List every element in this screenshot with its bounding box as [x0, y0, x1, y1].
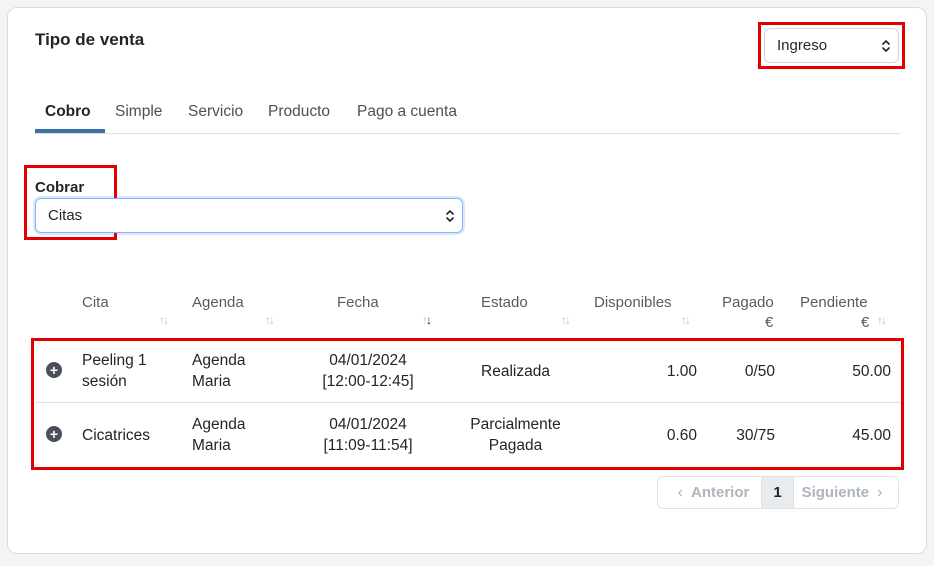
cita-text: Peeling 1: [82, 352, 147, 369]
header-pendiente[interactable]: Pendiente: [800, 293, 868, 313]
tab-servicio[interactable]: Servicio: [188, 102, 243, 133]
cell-cita: Peeling 1 sesión: [82, 350, 147, 392]
header-estado[interactable]: Estado: [481, 293, 528, 313]
header-pendiente-unit: €: [861, 314, 870, 331]
cell-estado: Parcialmente Pagada: [458, 414, 573, 456]
next-page-button[interactable]: Siguiente ›: [794, 477, 898, 508]
card-title: Tipo de venta: [35, 30, 145, 49]
fecha-date: 04/01/2024: [329, 416, 407, 433]
sort-desc-icon[interactable]: ↑↓: [422, 313, 432, 327]
estado-text: Parcialmente: [470, 416, 561, 433]
sort-icon[interactable]: ↑↓: [877, 313, 887, 327]
cell-disponibles: 0.60: [666, 427, 697, 444]
expand-row-icon[interactable]: +: [46, 362, 62, 378]
cell-agenda: Agenda Maria: [192, 350, 245, 392]
cita-text: Cicatrices: [82, 427, 151, 444]
prev-label: Anterior: [690, 484, 750, 501]
chevron-left-icon: ‹: [677, 483, 683, 501]
tab-simple[interactable]: Simple: [115, 102, 162, 133]
cell-pendiente: 45.00: [852, 427, 891, 444]
tab-label: Producto: [268, 103, 331, 120]
tab-producto[interactable]: Producto: [268, 102, 330, 133]
sort-icon[interactable]: ↑↓: [159, 313, 169, 327]
tab-label: Cobro: [45, 103, 91, 120]
select-updown-icon: [446, 209, 454, 222]
estado-text: Pagada: [488, 437, 543, 454]
sort-icon[interactable]: ↑↓: [681, 313, 691, 327]
next-label: Siguiente: [801, 484, 870, 501]
header-fecha[interactable]: Fecha: [337, 293, 379, 313]
cell-pendiente: 50.00: [852, 363, 891, 380]
cita-text: sesión: [82, 373, 127, 390]
cell-cita: Cicatrices: [82, 425, 150, 446]
agenda-text: Maria: [192, 373, 231, 390]
header-agenda[interactable]: Agenda: [192, 293, 244, 313]
tab-pago-a-cuenta[interactable]: Pago a cuenta: [357, 102, 457, 133]
fecha-date: 04/01/2024: [329, 352, 407, 369]
sale-type-tabs: Cobro Simple Servicio Producto Pago a cu…: [35, 100, 901, 134]
agenda-text: Agenda: [192, 352, 246, 369]
estado-text: Realizada: [481, 363, 550, 380]
cell-pagado: 30/75: [736, 427, 775, 444]
cell-estado: Realizada: [458, 361, 573, 382]
cell-fecha: 04/01/2024 [12:00-12:45]: [308, 350, 428, 392]
tab-label: Simple: [115, 103, 163, 120]
fecha-time: [11:09-11:54]: [323, 437, 413, 454]
sale-type-card: Tipo de venta Ingreso Cobro Simple Servi…: [7, 7, 927, 554]
agenda-text: Maria: [192, 437, 231, 454]
tipo-select[interactable]: Ingreso: [764, 28, 899, 63]
expand-row-icon[interactable]: +: [46, 426, 62, 442]
tab-label: Pago a cuenta: [357, 103, 457, 120]
cell-disponibles: 1.00: [666, 363, 697, 380]
cell-pagado: 0/50: [744, 363, 775, 380]
header-pagado[interactable]: Pagado: [722, 293, 774, 313]
header-cita[interactable]: Cita: [82, 293, 109, 313]
tab-label: Servicio: [188, 103, 244, 120]
sort-icon[interactable]: ↑↓: [561, 313, 571, 327]
cell-fecha: 04/01/2024 [11:09-11:54]: [308, 414, 428, 456]
fecha-time: [12:00-12:45]: [322, 373, 414, 390]
prev-page-button[interactable]: ‹ Anterior: [658, 477, 762, 508]
cobrar-select-value: Citas: [48, 207, 83, 224]
row-divider: [35, 402, 901, 403]
pagination: ‹ Anterior 1 Siguiente ›: [657, 476, 899, 509]
header-pagado-unit: €: [765, 314, 774, 331]
chevron-right-icon: ›: [877, 483, 883, 501]
cell-agenda: Agenda Maria: [192, 414, 245, 456]
page-1-button[interactable]: 1: [762, 477, 794, 508]
cobrar-select[interactable]: Citas: [35, 198, 463, 233]
agenda-text: Agenda: [192, 416, 246, 433]
tipo-select-value: Ingreso: [777, 37, 828, 54]
header-disponibles[interactable]: Disponibles: [594, 293, 672, 313]
sort-icon[interactable]: ↑↓: [265, 313, 275, 327]
select-updown-icon: [882, 39, 890, 52]
cobrar-label: Cobrar: [35, 179, 85, 196]
active-tab-indicator: [35, 129, 105, 133]
